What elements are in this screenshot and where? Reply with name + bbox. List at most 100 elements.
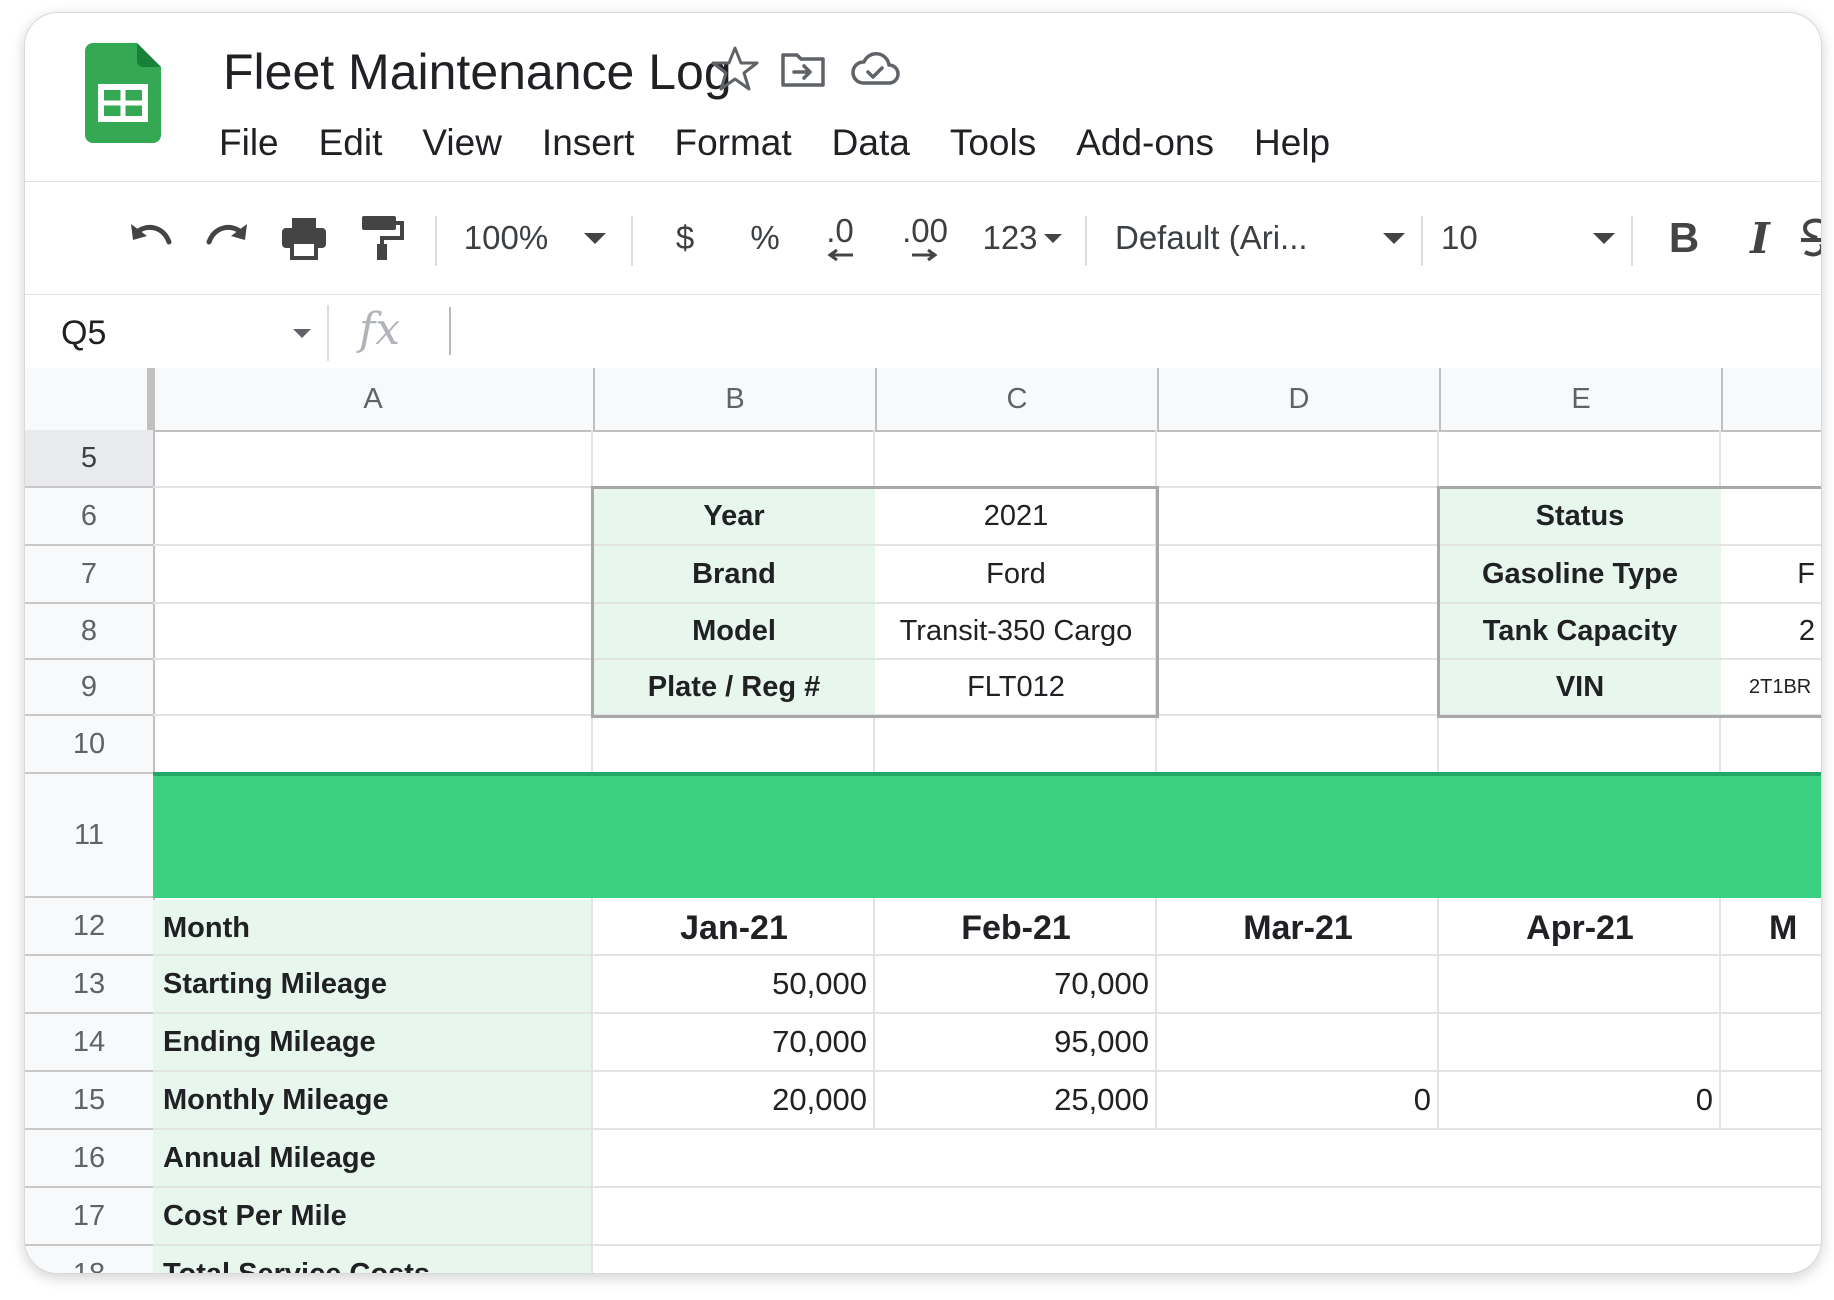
menu-view[interactable]: View — [402, 113, 522, 173]
metric-value[interactable] — [1157, 1014, 1439, 1070]
row-header-17[interactable]: 17 — [25, 1188, 153, 1246]
document-title[interactable]: Fleet Maintenance Log — [223, 41, 732, 103]
row-header-5[interactable]: 5 — [25, 430, 153, 488]
cloud-saved-icon[interactable] — [849, 43, 901, 95]
row-header-6[interactable]: 6 — [25, 488, 153, 546]
vehicle-info-border — [1437, 486, 1821, 718]
metric-value[interactable]: 25,000 — [875, 1072, 1157, 1128]
undo-icon — [131, 224, 172, 245]
column-header-d[interactable]: D — [1157, 368, 1439, 430]
select-all-corner[interactable] — [25, 368, 155, 430]
cells-area[interactable]: Year 2021 Brand Ford Model Transit-350 C… — [153, 430, 1821, 1273]
metric-label[interactable]: Cost Per Mile — [153, 1188, 593, 1244]
format-percent-button[interactable]: % — [735, 182, 795, 294]
format-currency-button[interactable]: $ — [655, 182, 715, 294]
sheets-logo-icon[interactable] — [85, 43, 161, 143]
undo-button[interactable] — [115, 182, 185, 294]
row-header-15[interactable]: 15 — [25, 1072, 153, 1130]
increase-decimal-button[interactable]: .00 — [885, 182, 965, 294]
redo-button[interactable] — [193, 182, 263, 294]
metric-value[interactable]: 70,000 — [875, 956, 1157, 1012]
italic-button[interactable]: I — [1725, 182, 1795, 294]
metric-value[interactable]: 95,000 — [875, 1014, 1157, 1070]
column-header-e[interactable]: E — [1439, 368, 1721, 430]
month-header[interactable]: Feb-21 — [875, 900, 1157, 956]
paint-format-button[interactable] — [347, 182, 417, 294]
name-box-value: Q5 — [61, 314, 107, 352]
metric-value[interactable]: 50,000 — [593, 956, 875, 1012]
spreadsheet-grid: A B C D E 5 6 7 8 9 10 11 12 13 14 15 16… — [25, 368, 1821, 1273]
row-header-16[interactable]: 16 — [25, 1130, 153, 1188]
toolbar-divider — [1085, 216, 1087, 266]
menu-tools[interactable]: Tools — [930, 113, 1056, 173]
chevron-down-icon — [1593, 232, 1615, 244]
metric-value[interactable] — [1439, 1014, 1721, 1070]
decrease-decimal-button[interactable]: .0 — [805, 182, 875, 294]
font-family-value: Default (Ari... — [1115, 219, 1308, 256]
strikethrough-icon — [1801, 218, 1821, 257]
column-header-b[interactable]: B — [593, 368, 875, 430]
print-button[interactable] — [269, 182, 339, 294]
menu-insert[interactable]: Insert — [522, 113, 655, 173]
section-banner[interactable] — [153, 772, 1821, 898]
toolbar-divider — [1421, 216, 1423, 266]
row-header-10[interactable]: 10 — [25, 716, 153, 774]
chevron-down-icon — [584, 232, 607, 244]
star-icon[interactable] — [709, 43, 761, 95]
formula-bar-divider — [327, 305, 329, 361]
menu-edit[interactable]: Edit — [299, 113, 403, 173]
menu-format[interactable]: Format — [654, 113, 811, 173]
chevron-down-icon — [1043, 233, 1062, 243]
chevron-down-icon — [1383, 232, 1405, 244]
metric-value[interactable]: 0 — [1157, 1072, 1439, 1128]
row-header-7[interactable]: 7 — [25, 546, 153, 604]
bold-button[interactable]: B — [1649, 182, 1719, 294]
metric-label[interactable]: Annual Mileage — [153, 1130, 593, 1186]
row-header-9[interactable]: 9 — [25, 660, 153, 716]
row-header-13[interactable]: 13 — [25, 956, 153, 1014]
more-formats-button[interactable]: 123 — [969, 182, 1075, 294]
metric-value[interactable] — [1439, 956, 1721, 1012]
metric-value[interactable] — [1157, 956, 1439, 1012]
vehicle-info-border — [591, 486, 1159, 718]
column-header-f[interactable] — [1721, 368, 1821, 430]
formula-input[interactable] — [465, 303, 1821, 363]
row-header-18[interactable]: 18 — [25, 1246, 153, 1274]
menu-file[interactable]: File — [199, 113, 299, 173]
column-header-a[interactable]: A — [153, 368, 593, 430]
metric-label[interactable]: Ending Mileage — [153, 1014, 593, 1070]
metric-value[interactable]: 0 — [1439, 1072, 1721, 1128]
column-header-c[interactable]: C — [875, 368, 1157, 430]
metric-value[interactable]: 20,000 — [593, 1072, 875, 1128]
font-size-value: 10 — [1441, 219, 1478, 256]
month-header[interactable]: Jan-21 — [593, 900, 875, 956]
redo-icon — [206, 224, 247, 245]
spreadsheet-window: Fleet Maintenance Log File Edit View Ins… — [24, 12, 1822, 1274]
font-family-select[interactable]: Default (Ari... — [1115, 182, 1405, 294]
zoom-value: 100% — [463, 219, 549, 256]
month-header[interactable]: Mar-21 — [1157, 900, 1439, 956]
row-header-12[interactable]: 12 — [25, 898, 153, 956]
row-header-11[interactable]: 11 — [25, 774, 153, 898]
move-to-folder-icon[interactable] — [777, 43, 829, 95]
toolbar-divider — [1631, 216, 1633, 266]
row-header-14[interactable]: 14 — [25, 1014, 153, 1072]
metric-label[interactable]: Monthly Mileage — [153, 1072, 593, 1128]
month-header[interactable]: M — [1721, 900, 1821, 956]
metric-label[interactable]: Total Service Costs — [153, 1246, 593, 1274]
zoom-select[interactable]: 100% — [455, 182, 615, 294]
name-box[interactable]: Q5 — [43, 307, 311, 359]
metric-label[interactable]: Starting Mileage — [153, 956, 593, 1012]
font-size-select[interactable]: 10 — [1441, 182, 1615, 294]
row-header-8[interactable]: 8 — [25, 604, 153, 660]
menu-addons[interactable]: Add-ons — [1056, 113, 1234, 173]
formula-input-cursor — [449, 307, 451, 355]
metric-value[interactable]: 70,000 — [593, 1014, 875, 1070]
menu-help[interactable]: Help — [1234, 113, 1350, 173]
toolbar-divider-bottom — [25, 294, 1821, 295]
menu-data[interactable]: Data — [812, 113, 930, 173]
month-label[interactable]: Month — [153, 900, 593, 956]
toolbar-divider — [435, 216, 437, 266]
month-header[interactable]: Apr-21 — [1439, 900, 1721, 956]
strikethrough-button[interactable] — [1801, 182, 1821, 294]
